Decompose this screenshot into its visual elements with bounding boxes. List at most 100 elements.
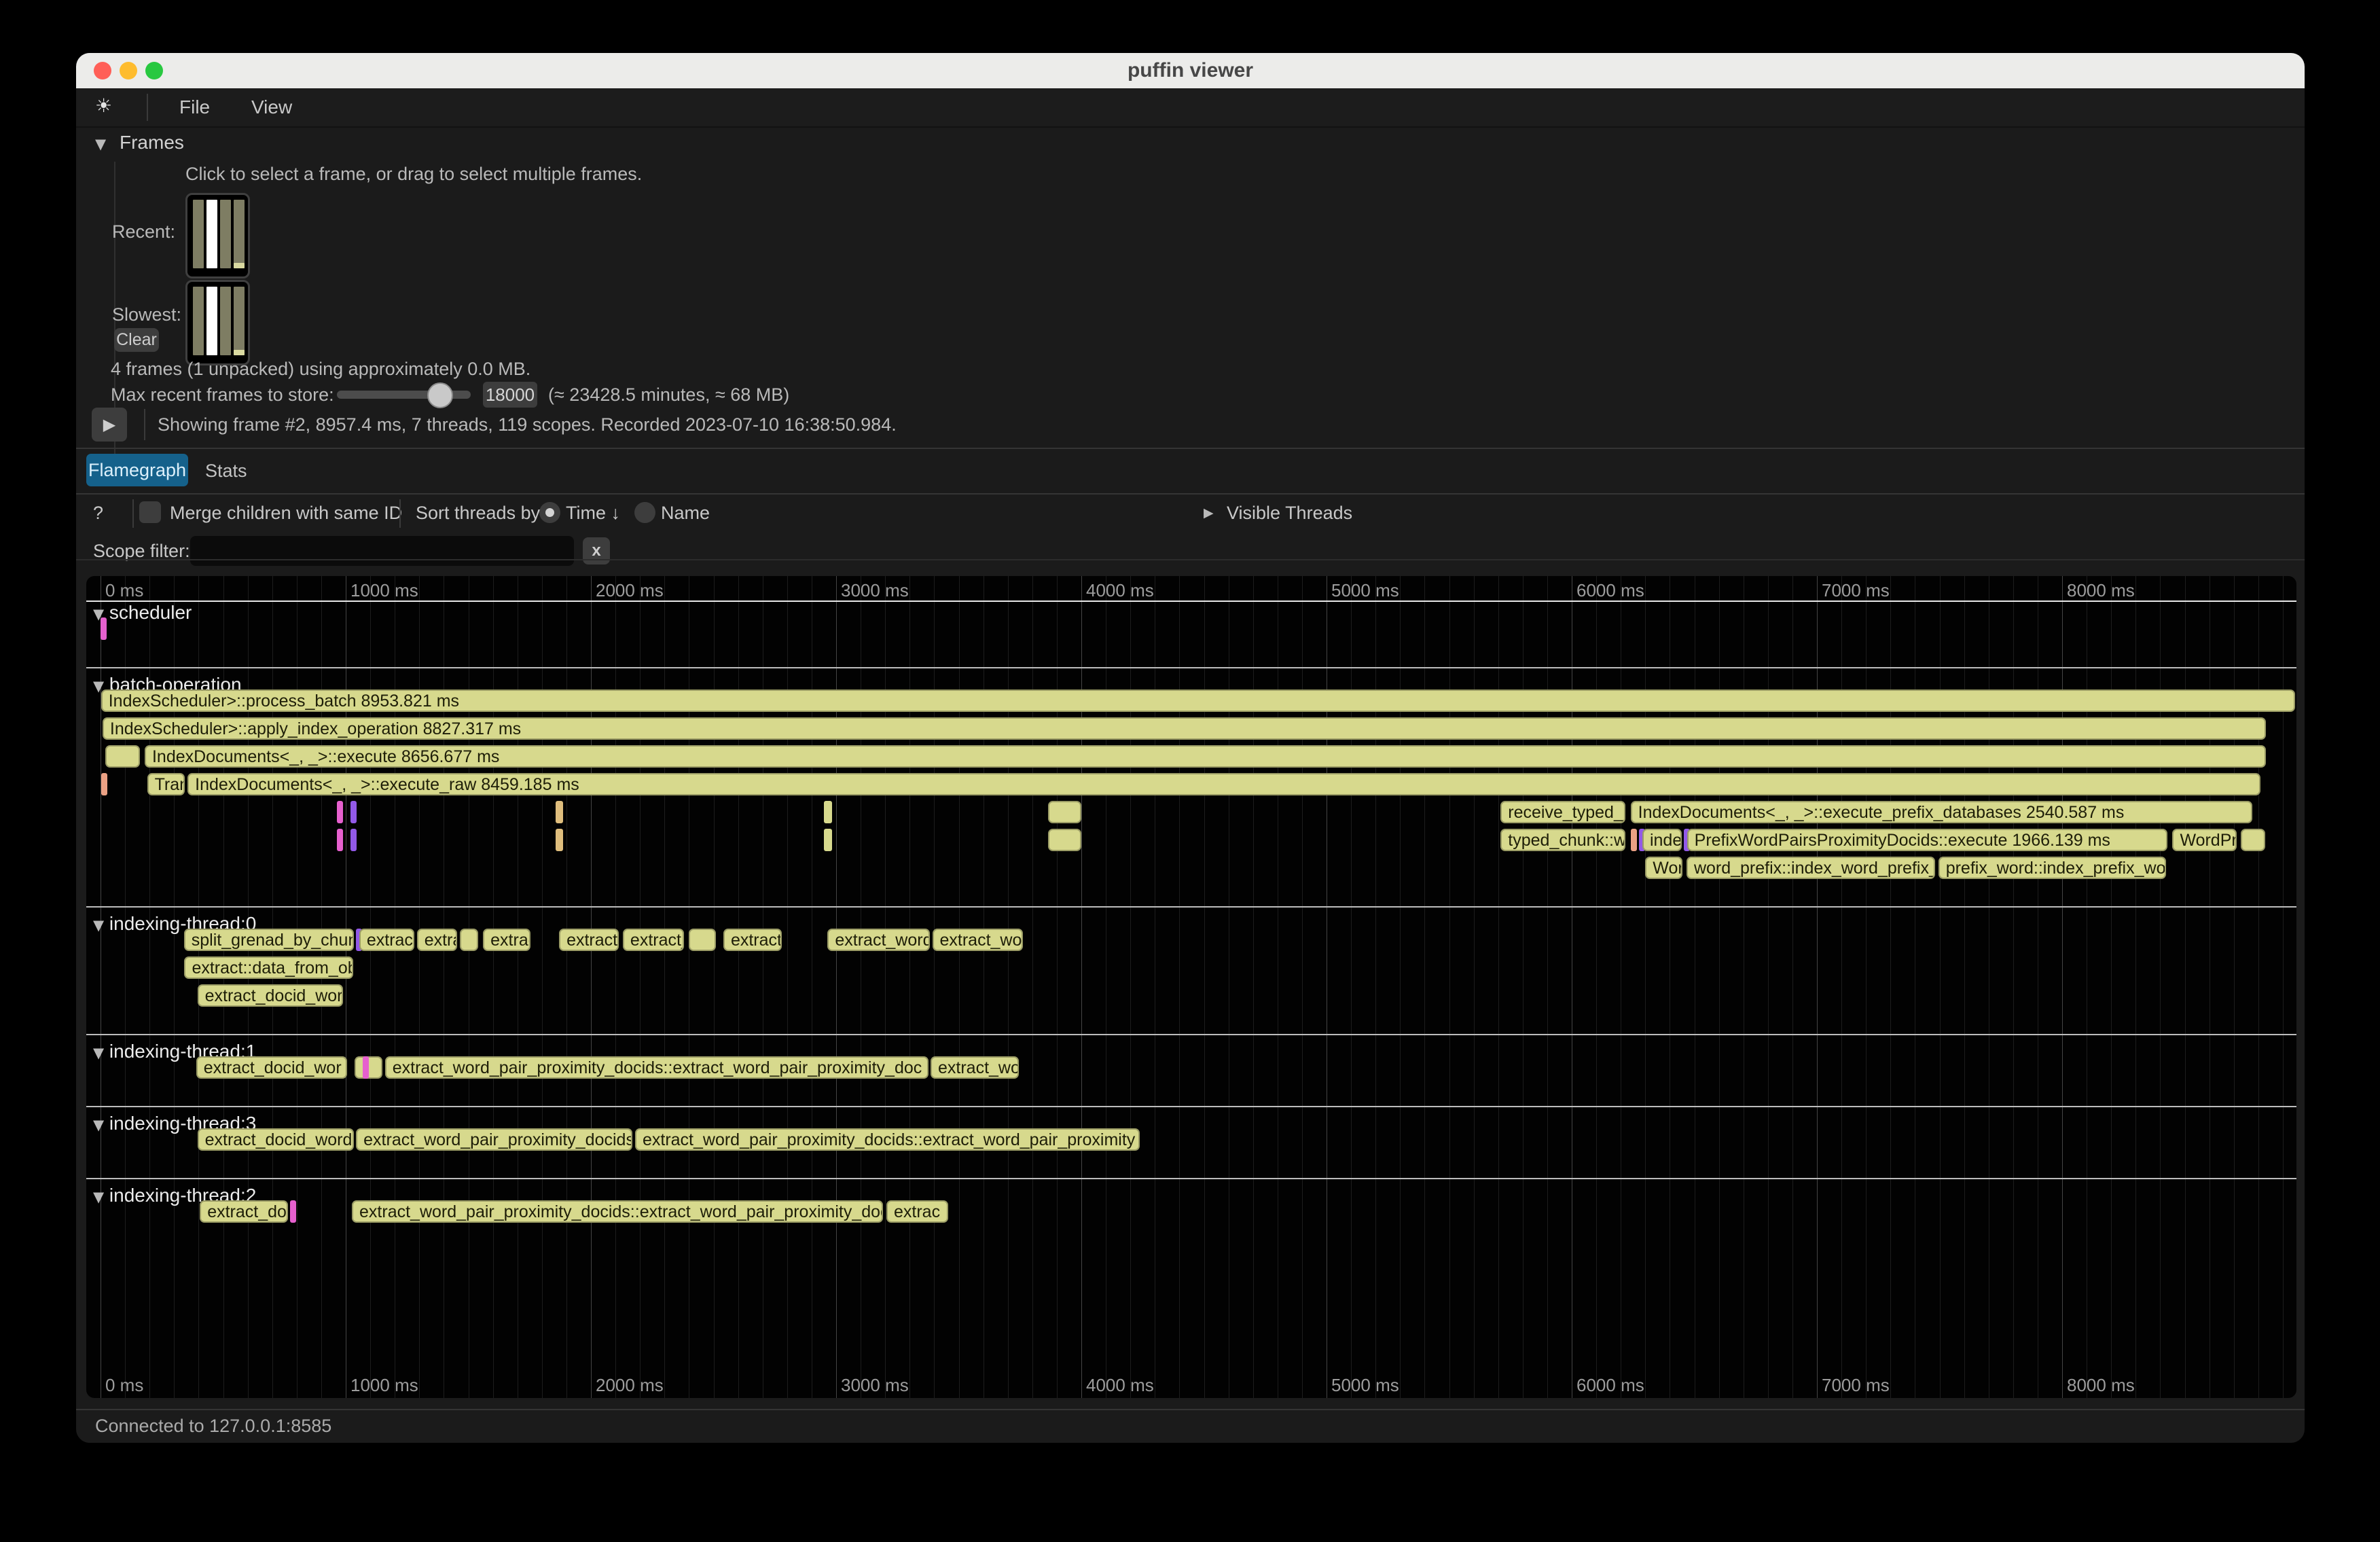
thread-header[interactable]: ▼ scheduler — [93, 602, 192, 624]
sort-time-label[interactable]: Time ↓ — [566, 503, 620, 524]
recent-frames-thumbnail[interactable] — [185, 193, 250, 279]
flamegraph-scope-bar[interactable]: IndexDocuments<_, _>::execute_prefix_dat… — [1631, 801, 2252, 823]
flamegraph-scope-bar[interactable]: PrefixWordPairsProximityDocids::execute … — [1687, 829, 2168, 851]
help-button[interactable]: ? — [93, 503, 103, 524]
flamegraph-scope-bar[interactable]: receive_typed_ — [1500, 801, 1625, 823]
frames-header[interactable]: Frames — [120, 132, 184, 154]
flamegraph-scope-bar[interactable]: extract_docid_wor — [198, 984, 344, 1007]
flamegraph-scope-sliver[interactable] — [824, 801, 832, 823]
max-frames-slider-knob[interactable] — [427, 382, 453, 408]
thread-collapse-icon[interactable]: ▼ — [93, 917, 104, 933]
ruler-tick-label: 2000 ms — [596, 580, 664, 601]
flamegraph-scope-bar[interactable]: Word — [1645, 857, 1682, 879]
flamegraph-scope-bar[interactable]: extract_word — [827, 929, 929, 951]
flamegraph-scope-bar[interactable]: extract_ — [559, 929, 619, 951]
flamegraph-scope-bar[interactable]: word_prefix::index_word_prefix_ — [1687, 857, 1935, 879]
slowest-frames-thumbnail[interactable] — [185, 280, 250, 365]
flamegraph-scope-sliver[interactable] — [101, 617, 107, 640]
flamegraph-scope-bar[interactable]: IndexDocuments<_, _>::execute_raw 8459.1… — [187, 773, 2260, 795]
flamegraph-scope-bar[interactable]: extrac — [483, 929, 530, 951]
flamegraph-scope-sliver[interactable] — [1631, 829, 1637, 851]
flamegraph-scope-bar[interactable]: extract_ — [623, 929, 684, 951]
frame-bar[interactable] — [220, 287, 231, 355]
frame-bar[interactable] — [234, 200, 245, 268]
flamegraph-scope-bar[interactable]: split_grenad_by_chun — [184, 929, 354, 951]
frame-bar[interactable] — [220, 200, 231, 268]
pause-resume-button[interactable]: ▶ — [92, 408, 127, 442]
scope-filter-clear-button[interactable]: x — [583, 537, 610, 564]
flamegraph-scope-sliver[interactable] — [337, 829, 343, 851]
frame-bar[interactable] — [234, 287, 245, 355]
frame-bar[interactable] — [206, 287, 217, 355]
flamegraph-scope-bar[interactable]: extract::data_from_ob — [184, 956, 353, 979]
tab-stats[interactable]: Stats — [205, 461, 247, 482]
frame-bar[interactable] — [206, 200, 217, 268]
flamegraph-scope-bar[interactable]: extract_word_pair_proximity_docids::extr… — [352, 1200, 883, 1223]
close-window-button[interactable] — [94, 62, 111, 79]
flamegraph-scope-bar[interactable]: IndexDocuments<_, _>::execute 8656.677 m… — [145, 745, 2266, 768]
frame-bar[interactable] — [193, 287, 204, 355]
merge-children-checkbox[interactable] — [139, 501, 161, 523]
flamegraph-scope-bar[interactable]: extract_doc — [200, 1200, 288, 1223]
flamegraph-scope-sliver[interactable] — [1048, 801, 1081, 823]
max-frames-note: (≈ 23428.5 minutes, ≈ 68 MB) — [548, 384, 789, 406]
flamegraph-scope-bar[interactable]: extract_wo — [933, 929, 1023, 951]
flamegraph-scope-bar[interactable]: extract — [723, 929, 782, 951]
flamegraph-scope-bar[interactable]: index — [1642, 829, 1682, 851]
flamegraph-scope-sliver[interactable] — [556, 801, 564, 823]
flamegraph-scope-sliver[interactable] — [350, 801, 357, 823]
sort-time-radio[interactable] — [539, 502, 560, 523]
flamegraph-scope-sliver[interactable] — [556, 829, 564, 851]
menu-file[interactable]: File — [179, 96, 210, 118]
clear-button[interactable]: Clear — [114, 328, 159, 352]
sort-name-radio[interactable] — [634, 502, 655, 523]
thread-collapse-icon[interactable]: ▼ — [93, 1189, 104, 1205]
maximize-window-button[interactable] — [145, 62, 163, 79]
flamegraph-scope-bar[interactable]: extract_docid_word — [198, 1128, 355, 1151]
title-bar[interactable]: puffin viewer — [76, 53, 2305, 88]
flamegraph-scope-bar[interactable]: WordPr — [2172, 829, 2237, 851]
merge-children-label[interactable]: Merge children with same ID — [170, 503, 402, 524]
flamegraph-scope-sliver[interactable] — [337, 801, 343, 823]
flamegraph-scope-bar[interactable]: typed_chunk::w — [1500, 829, 1625, 851]
flamegraph-scope-sliver[interactable] — [350, 829, 357, 851]
flamegraph-scope-sliver[interactable] — [1048, 829, 1081, 851]
flamegraph-scope-bar[interactable]: extract_wo — [931, 1056, 1019, 1079]
flamegraph-scope-sliver[interactable] — [101, 773, 107, 795]
flamegraph-scope-bar[interactable]: extract_docid_wor — [196, 1056, 347, 1079]
flamegraph-scope-sliver[interactable] — [363, 1056, 369, 1079]
sort-name-label[interactable]: Name — [661, 503, 710, 524]
max-frames-value[interactable]: 18000 — [483, 382, 537, 408]
ruler-tick-label: 3000 ms — [841, 580, 909, 601]
menu-view[interactable]: View — [251, 96, 292, 118]
scope-filter-input[interactable] — [190, 536, 574, 566]
thread-collapse-icon[interactable]: ▼ — [93, 1117, 104, 1133]
flamegraph-scope-sliver[interactable] — [460, 929, 478, 951]
flamegraph-scope-bar[interactable]: extract — [359, 929, 414, 951]
frames-collapse-icon[interactable]: ▼ — [95, 136, 106, 152]
flamegraph-scope-bar[interactable]: extra — [417, 929, 457, 951]
minimize-window-button[interactable] — [120, 62, 137, 79]
flamegraph-scope-sliver[interactable] — [105, 745, 139, 768]
flamegraph-scope-sliver[interactable] — [2241, 829, 2265, 851]
flamegraph-canvas[interactable]: 0 ms0 ms1000 ms1000 ms2000 ms2000 ms3000… — [86, 576, 2296, 1398]
flamegraph-scope-sliver[interactable] — [824, 829, 832, 851]
flamegraph-scope-bar[interactable]: extract_word_pair_proximity_docids::extr… — [385, 1056, 928, 1079]
thread-collapse-icon[interactable]: ▼ — [93, 1045, 104, 1061]
flamegraph-scope-bar[interactable]: extrac — [886, 1200, 948, 1223]
app-window: puffin viewer ☀ File View ▼ Frames Click… — [76, 53, 2305, 1443]
flamegraph-scope-bar[interactable]: extract_word_pair_proximity_docids — [356, 1128, 632, 1151]
flamegraph-scope-bar[interactable]: extract_word_pair_proximity_docids::extr… — [635, 1128, 1140, 1151]
frame-bar[interactable] — [193, 200, 204, 268]
visible-threads-expand-icon[interactable]: ▶ — [1204, 505, 1214, 520]
status-divider — [76, 1409, 2305, 1410]
flamegraph-scope-bar[interactable]: prefix_word::index_prefix_wo — [1939, 857, 2167, 879]
flamegraph-scope-sliver[interactable] — [689, 929, 716, 951]
flamegraph-scope-bar[interactable]: IndexScheduler>::apply_index_operation 8… — [103, 717, 2266, 740]
flamegraph-scope-bar[interactable]: Trans — [147, 773, 185, 795]
flamegraph-scope-bar[interactable]: IndexScheduler>::process_batch 8953.821 … — [101, 689, 2295, 712]
visible-threads-header[interactable]: Visible Threads — [1227, 503, 1352, 524]
theme-toggle-icon[interactable]: ☀ — [95, 94, 112, 117]
tab-flamegraph[interactable]: Flamegraph — [86, 454, 188, 486]
flamegraph-scope-sliver[interactable] — [290, 1200, 296, 1223]
